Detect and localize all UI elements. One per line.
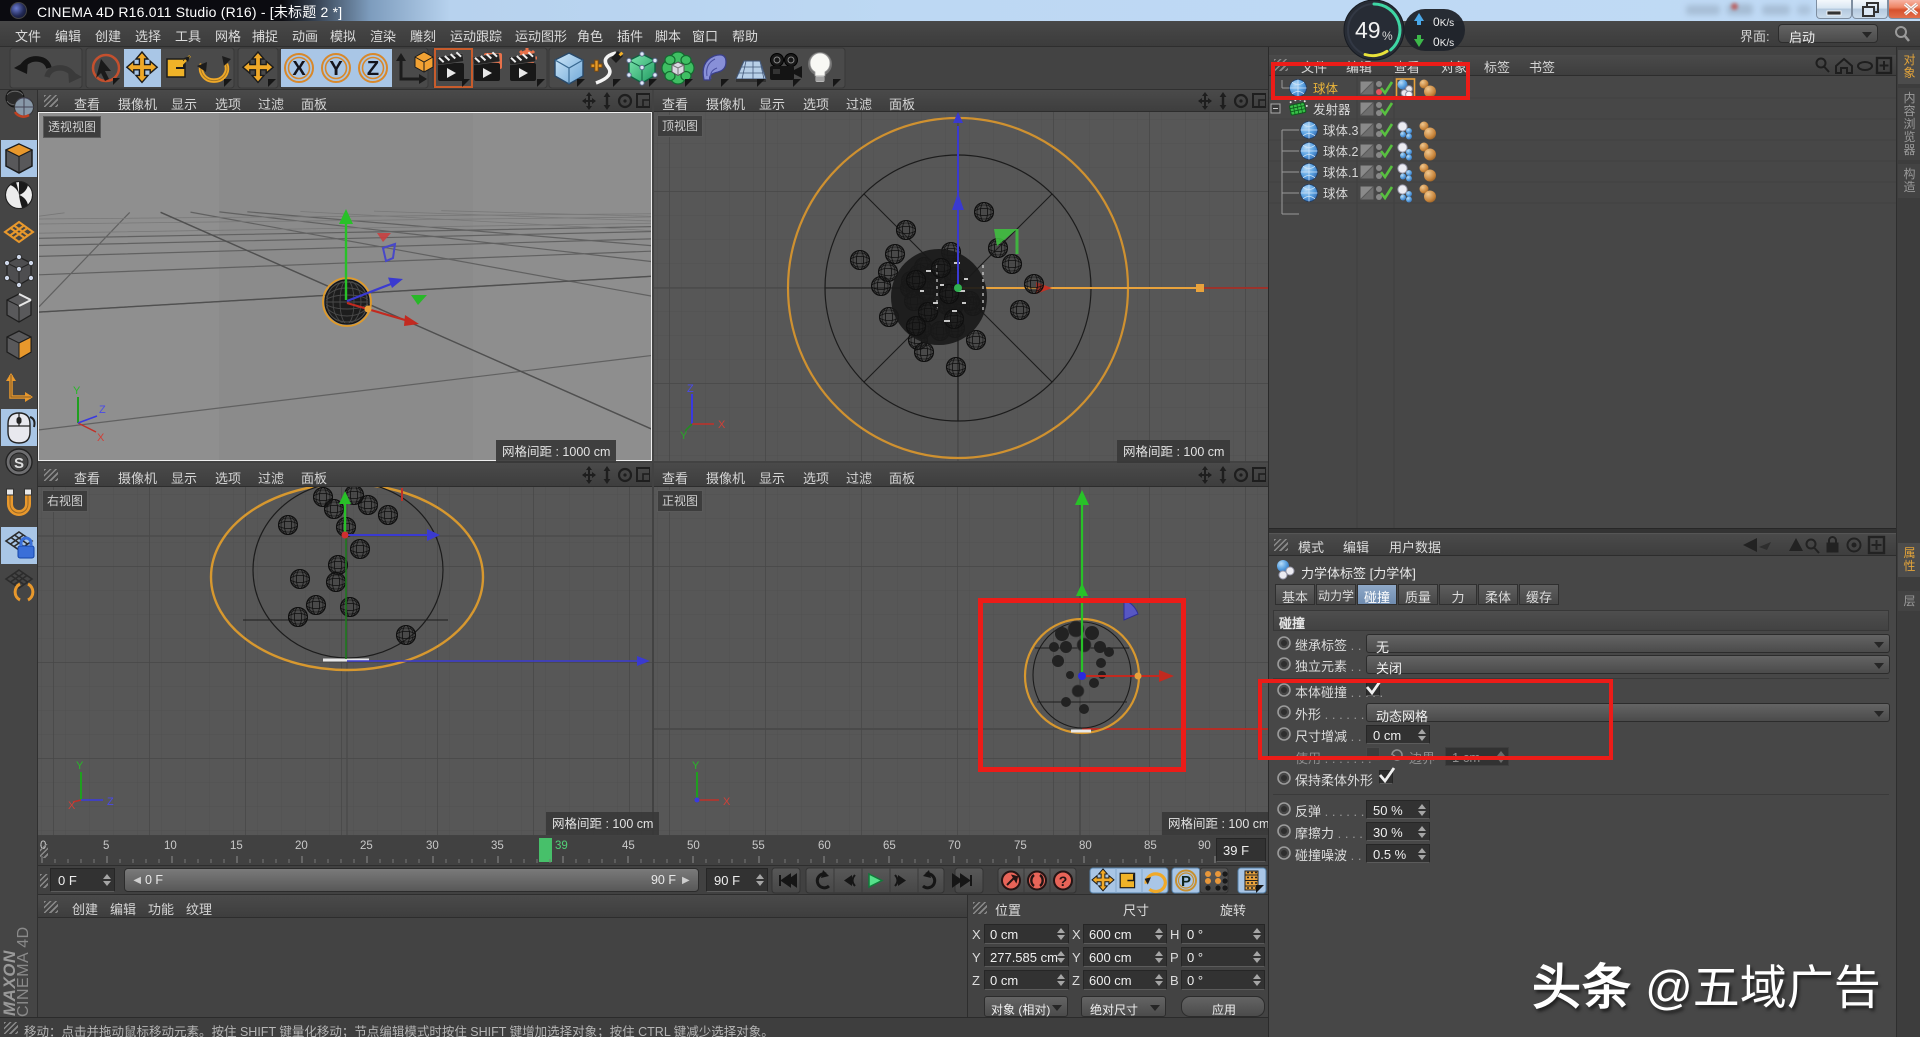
svg-text:0K/s: 0K/s [1433, 35, 1454, 49]
svg-text:70: 70 [948, 840, 961, 852]
svg-text:Z: Z [107, 796, 114, 808]
svg-text:15: 15 [230, 840, 243, 852]
svg-text:25: 25 [360, 840, 373, 852]
svg-text:Y: Y [692, 760, 700, 772]
svg-text:X: X [292, 58, 306, 80]
svg-text:30: 30 [426, 840, 439, 852]
svg-text:X: X [68, 800, 76, 812]
svg-text:Y: Y [329, 58, 343, 80]
svg-text:10: 10 [164, 840, 177, 852]
svg-text:60: 60 [818, 840, 831, 852]
svg-text:55: 55 [752, 840, 765, 852]
svg-text:Z: Z [367, 58, 379, 80]
svg-text:0K/s: 0K/s [1433, 15, 1454, 29]
svg-text:20: 20 [295, 840, 308, 852]
svg-text:X: X [718, 419, 726, 431]
svg-text:发射器: 发射器 [1313, 102, 1351, 117]
svg-text:5: 5 [103, 840, 109, 852]
svg-text:P: P [1181, 873, 1191, 890]
svg-text:%: % [1382, 29, 1393, 43]
svg-text:球体: 球体 [1323, 187, 1349, 201]
svg-text:49: 49 [1355, 17, 1381, 43]
svg-text:Z: Z [99, 404, 106, 416]
svg-text:球体.2: 球体.2 [1323, 145, 1358, 159]
svg-text:75: 75 [1014, 840, 1027, 852]
svg-text:Z: Z [687, 383, 694, 395]
svg-text:80: 80 [1079, 840, 1092, 852]
svg-text:50: 50 [687, 840, 700, 852]
svg-text:39: 39 [555, 840, 568, 852]
svg-text:90: 90 [1198, 840, 1211, 852]
svg-text:X: X [97, 432, 105, 444]
svg-text:Y: Y [73, 385, 81, 397]
svg-text:球体.3: 球体.3 [1323, 124, 1358, 138]
svg-text:X: X [723, 796, 731, 808]
svg-text:45: 45 [622, 840, 635, 852]
svg-text:?: ? [1059, 873, 1068, 889]
svg-text:S: S [14, 455, 24, 472]
svg-text:35: 35 [491, 840, 504, 852]
svg-text:Y: Y [76, 760, 84, 772]
svg-text:球体.1: 球体.1 [1323, 166, 1358, 180]
svg-text:65: 65 [883, 840, 896, 852]
svg-text:85: 85 [1144, 840, 1157, 852]
svg-text:Y: Y [680, 430, 688, 442]
